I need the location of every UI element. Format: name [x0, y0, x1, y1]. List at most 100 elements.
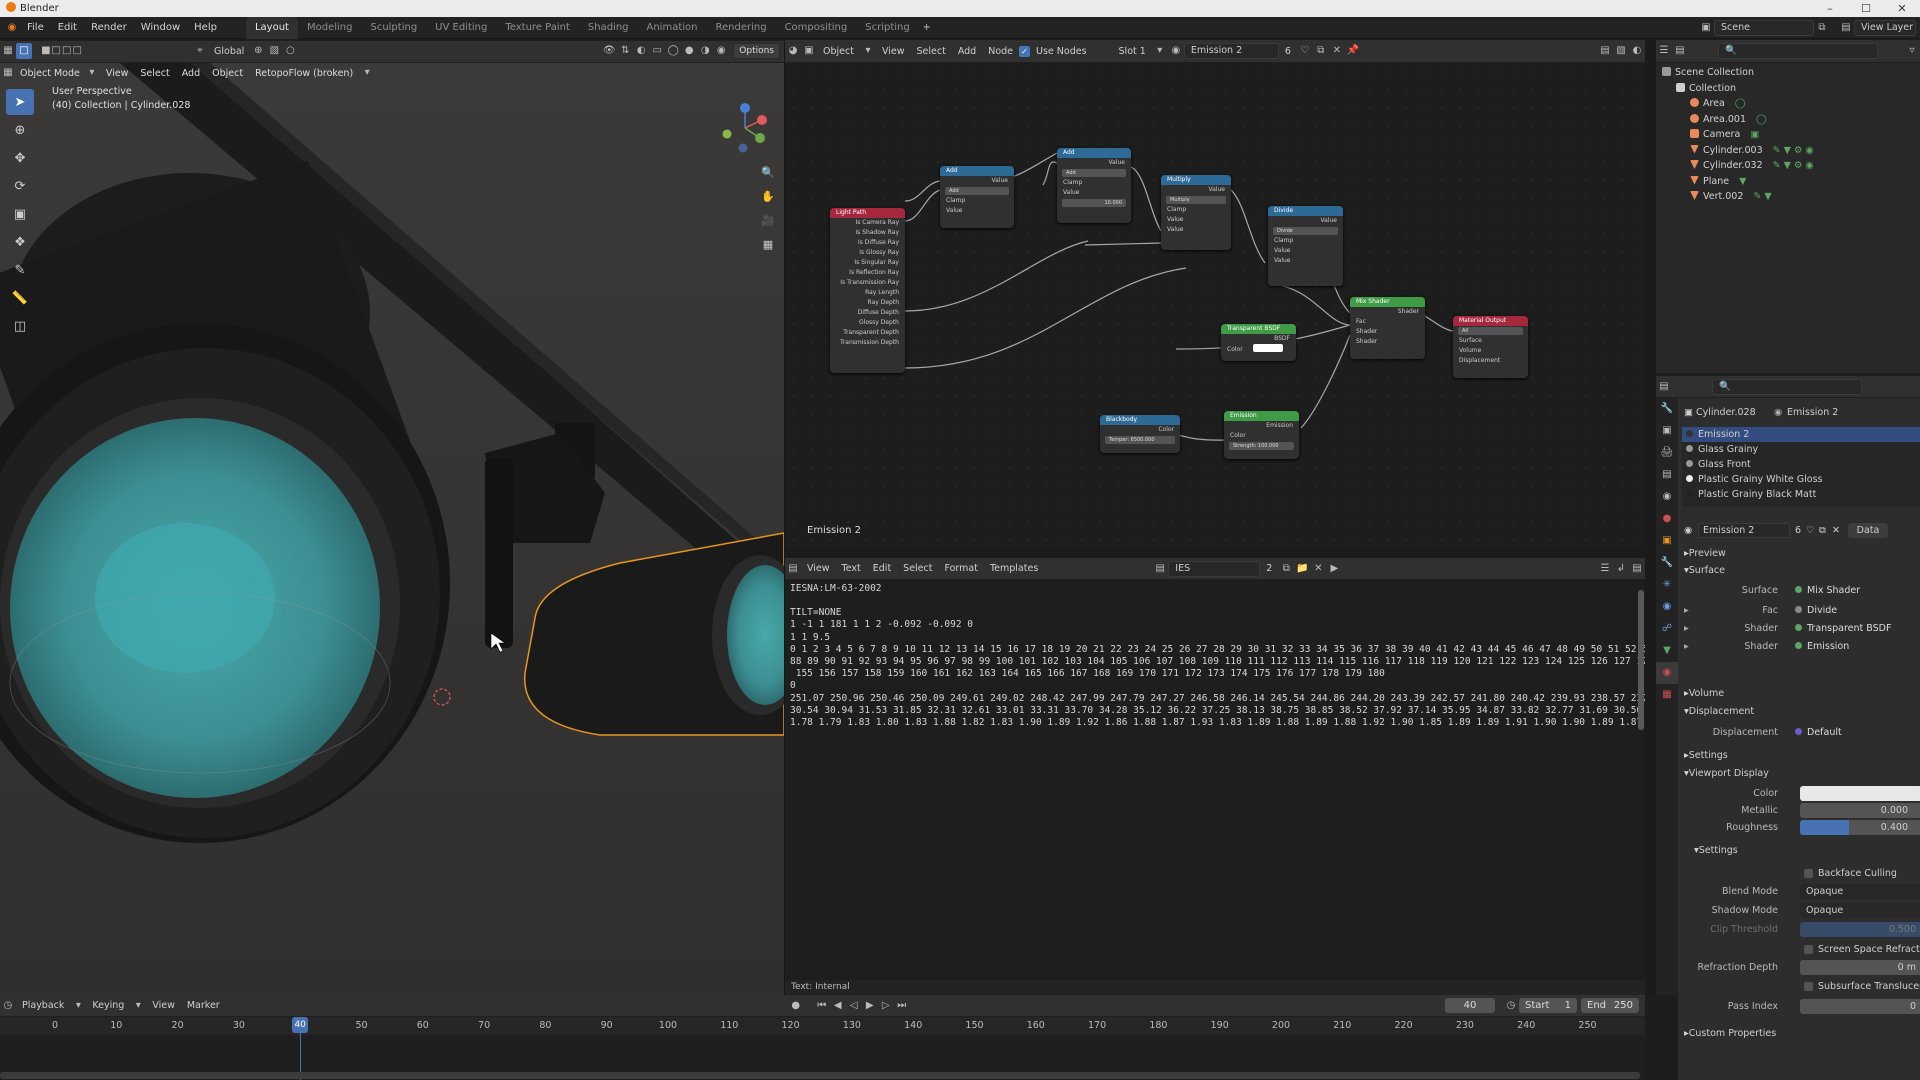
- text-menu-format[interactable]: Format: [938, 563, 983, 574]
- timeline-menu-keying[interactable]: Keying: [86, 1000, 130, 1011]
- modifier-icons[interactable]: ✎▼: [1753, 191, 1774, 202]
- pin-icon[interactable]: 📌: [1345, 43, 1361, 59]
- tab-rendering[interactable]: Rendering: [706, 17, 775, 39]
- node-menu-select[interactable]: Select: [911, 46, 952, 57]
- tab-sculpting[interactable]: Sculpting: [361, 17, 426, 39]
- displacement-input-link[interactable]: Default: [1795, 724, 1842, 741]
- text-editor-content[interactable]: IESNA:LM-63-2002 TILT=NONE 1 -1 1 181 1 1 …: [785, 580, 1645, 980]
- material-slot-item[interactable]: Plastic Grainy White Gloss: [1682, 472, 1920, 487]
- node-emission[interactable]: Emission Emission Color Strength: 100.00…: [1224, 411, 1299, 459]
- node-blackbody[interactable]: Blackbody Color Temper: 6500.000: [1100, 415, 1180, 453]
- material-slot-item[interactable]: Plastic Grainy Black Matt: [1682, 487, 1920, 502]
- editor-type-icon[interactable]: ◕: [785, 43, 801, 59]
- modifier-tab-icon[interactable]: 🔧: [1656, 552, 1678, 574]
- text-name-field[interactable]: IES: [1168, 560, 1261, 577]
- run-script-icon[interactable]: ▶: [1326, 561, 1342, 577]
- unlink-material-icon[interactable]: ✕: [1329, 43, 1345, 59]
- shading-rendered-icon[interactable]: ◉: [713, 43, 729, 59]
- text-menu-text[interactable]: Text: [836, 563, 867, 574]
- unlink-material-icon[interactable]: ✕: [1832, 522, 1840, 539]
- editor-type-icon[interactable]: ▦: [0, 43, 16, 59]
- viewport-display-panel[interactable]: ▾Viewport Display: [1678, 765, 1920, 782]
- outliner-item-cylinder-032[interactable]: Cylinder.032 ✎▼⚙◉: [1656, 158, 1920, 174]
- operation-dropdown[interactable]: Multiply: [1166, 196, 1226, 204]
- duplicate-material-icon[interactable]: ⧉: [1313, 43, 1329, 59]
- editor-type-icon[interactable]: ☰: [1656, 43, 1672, 59]
- move-tool-icon[interactable]: ✥: [6, 145, 34, 171]
- outliner-item-vert-002[interactable]: Vert.002 ✎▼: [1656, 189, 1920, 205]
- viewport-menu-add[interactable]: Add: [176, 68, 206, 79]
- outliner-item-area-001[interactable]: Area.001 ◯: [1656, 112, 1920, 128]
- text-scrollbar[interactable]: [1638, 590, 1644, 730]
- options-button[interactable]: Options: [733, 43, 780, 59]
- particles-tab-icon[interactable]: ✳: [1656, 574, 1678, 596]
- metallic-slider[interactable]: 0.000: [1800, 803, 1920, 818]
- sss-checkbox[interactable]: [1804, 982, 1813, 991]
- light-data-icon[interactable]: ◯: [1735, 98, 1746, 109]
- tab-shading[interactable]: Shading: [579, 17, 638, 39]
- node-multiply[interactable]: Multiply Value Multiply Clamp Value Valu…: [1161, 175, 1231, 250]
- node-transparent-bsdf[interactable]: Transparent BSDF BSDF Color: [1221, 324, 1296, 361]
- menu-window[interactable]: Window: [134, 17, 187, 39]
- strength-field[interactable]: Strength: 100.000: [1229, 442, 1294, 450]
- chevron-right-icon[interactable]: ▸: [1684, 638, 1689, 655]
- modifier-icons[interactable]: ✎▼⚙◉: [1773, 160, 1817, 171]
- play-icon[interactable]: ▶: [862, 998, 878, 1014]
- operation-dropdown[interactable]: Divide: [1273, 227, 1338, 235]
- editor-type-icon[interactable]: ▤: [785, 561, 801, 577]
- jump-end-icon[interactable]: ⏭: [894, 998, 910, 1014]
- properties-search-input[interactable]: 🔍: [1712, 378, 1862, 395]
- shader1-input-link[interactable]: Transparent BSDF: [1795, 620, 1891, 637]
- current-frame-field[interactable]: 40: [1445, 998, 1495, 1013]
- proportional-icon[interactable]: ○: [282, 43, 298, 59]
- node-menu-view[interactable]: View: [876, 46, 911, 57]
- jump-start-icon[interactable]: ⏮: [814, 998, 830, 1014]
- selection-mode-icons[interactable]: ■□□□: [32, 43, 92, 59]
- object-mode-dropdown[interactable]: Object Mode: [16, 68, 84, 79]
- world-tab-icon[interactable]: ●: [1656, 508, 1678, 530]
- clamp-checkbox[interactable]: Clamp: [1268, 236, 1343, 246]
- timeline-menu-playback[interactable]: Playback: [16, 1000, 70, 1011]
- tab-scripting[interactable]: Scripting: [856, 17, 918, 39]
- end-frame-field[interactable]: End 250: [1581, 998, 1639, 1013]
- transform-tool-icon[interactable]: ❖: [6, 229, 34, 255]
- pivot-icon[interactable]: ⊕: [250, 43, 266, 59]
- outliner-item-cylinder-003[interactable]: Cylinder.003 ✎▼⚙◉: [1656, 143, 1920, 159]
- 3d-viewport[interactable]: User Perspective (40) Collection | Cylin…: [0, 63, 784, 995]
- blender-menu-icon[interactable]: ◉: [4, 20, 20, 36]
- close-icon[interactable]: ✕: [1884, 0, 1920, 17]
- text-menu-view[interactable]: View: [801, 563, 836, 574]
- editor-type-icon[interactable]: ▤: [1656, 379, 1672, 395]
- tab-texture-paint[interactable]: Texture Paint: [496, 17, 579, 39]
- tab-modeling[interactable]: Modeling: [298, 17, 362, 39]
- open-folder-icon[interactable]: 📁: [1294, 561, 1310, 577]
- clip-threshold-slider[interactable]: 0.500: [1800, 922, 1920, 937]
- refraction-depth-field[interactable]: 0 m: [1800, 960, 1920, 975]
- overlay-icon[interactable]: ◐: [633, 43, 649, 59]
- render-tab-icon[interactable]: ▣: [1656, 420, 1678, 442]
- measure-tool-icon[interactable]: 📏: [6, 285, 34, 311]
- fake-user-icon[interactable]: ♡: [1297, 43, 1313, 59]
- word-wrap-icon[interactable]: ↲: [1613, 561, 1629, 577]
- output-tab-icon[interactable]: 🖨: [1656, 442, 1678, 464]
- duplicate-text-icon[interactable]: ⧉: [1278, 561, 1294, 577]
- text-menu-edit[interactable]: Edit: [867, 563, 897, 574]
- camera-data-icon[interactable]: ▣: [1750, 129, 1759, 140]
- scale-tool-icon[interactable]: ▣: [6, 201, 34, 227]
- shader2-input-link[interactable]: Emission: [1795, 638, 1849, 655]
- tool-tab-icon[interactable]: 🔧: [1656, 398, 1678, 420]
- texture-tab-icon[interactable]: ▦: [1656, 684, 1678, 706]
- constraints-tab-icon[interactable]: ☍: [1656, 618, 1678, 640]
- operation-dropdown[interactable]: Add: [1062, 169, 1126, 177]
- menu-help[interactable]: Help: [187, 17, 224, 39]
- light-data-icon[interactable]: ◯: [1756, 114, 1767, 125]
- outliner-item-camera[interactable]: Camera ▣: [1656, 127, 1920, 143]
- surface-panel[interactable]: ▾Surface: [1678, 562, 1920, 579]
- maximize-icon[interactable]: ☐: [1848, 0, 1884, 17]
- unlink-text-icon[interactable]: ✕: [1310, 561, 1326, 577]
- cursor-tool-icon[interactable]: ⊕: [6, 117, 34, 143]
- outliner-item-plane[interactable]: Plane ▼: [1656, 174, 1920, 190]
- timeline-menu-view[interactable]: View: [146, 1000, 181, 1011]
- filter-icon[interactable]: ▿: [1904, 43, 1920, 59]
- zoom-icon[interactable]: 🔍: [758, 161, 778, 183]
